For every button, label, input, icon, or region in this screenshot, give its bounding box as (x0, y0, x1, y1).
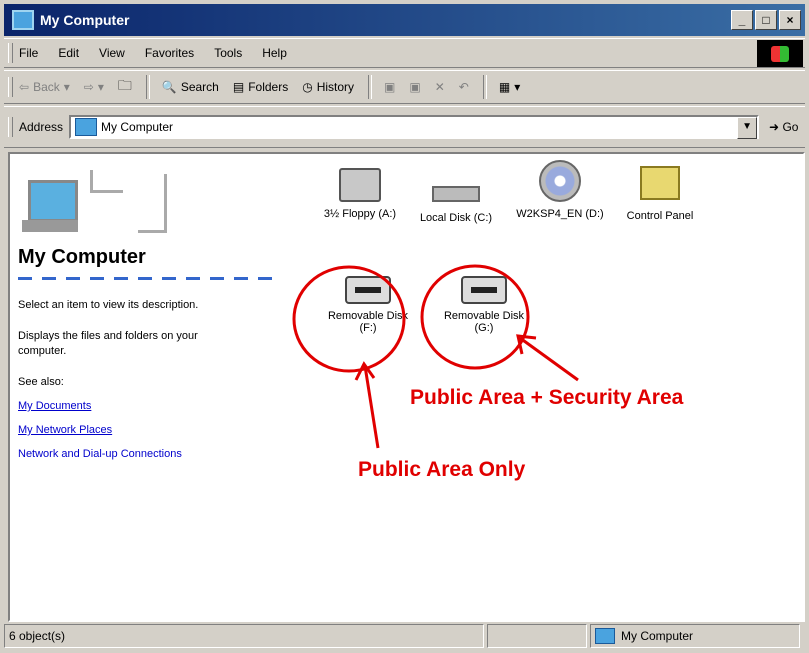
annotation-public-only: Public Area Only (358, 458, 526, 481)
address-value: My Computer (101, 120, 174, 134)
maximize-button[interactable]: □ (755, 10, 777, 30)
item-local-disk[interactable]: Local Disk (C:) (406, 168, 506, 224)
back-label: Back (33, 80, 60, 94)
item-control-panel[interactable]: Control Panel (610, 166, 710, 222)
address-label: Address (19, 120, 64, 134)
item-label: Control Panel (626, 210, 694, 222)
status-object-count: 6 object(s) (4, 624, 484, 648)
web-view-pane: My Computer Select an item to view its d… (18, 162, 288, 472)
move-to-icon: ▣ (384, 80, 396, 94)
menu-edit[interactable]: Edit (58, 46, 79, 60)
pane-title: My Computer (18, 246, 146, 268)
hard-disk-icon (432, 186, 480, 202)
status-zone-label: My Computer (621, 629, 694, 643)
pane-hint: Select an item to view its description. (18, 299, 199, 311)
menu-grip[interactable] (8, 43, 13, 63)
views-icon: ▦ (498, 80, 511, 94)
windows-logo-icon (757, 40, 803, 67)
toolbar: ⇦ Back ▾ ⇨ ▾ 🗀 🔍 Search ▤ Folders ◷ Hist… (4, 70, 805, 104)
copy-to-button[interactable]: ▣ (409, 80, 420, 94)
up-folder-icon: 🗀 (117, 77, 132, 93)
close-button[interactable]: × (779, 10, 801, 30)
title-underline (18, 277, 274, 280)
delete-icon: ✕ (434, 80, 445, 94)
forward-button[interactable]: ⇨ ▾ (84, 80, 104, 94)
address-grip[interactable] (8, 117, 13, 137)
menu-help[interactable]: Help (262, 46, 287, 60)
go-arrow-icon: ➜ (769, 120, 780, 134)
search-label: Search (180, 80, 219, 94)
status-empty (487, 624, 587, 648)
go-button[interactable]: ➜ Go (769, 120, 798, 134)
undo-icon: ↶ (458, 80, 469, 94)
move-to-button[interactable]: ▣ (384, 80, 395, 94)
control-panel-icon (640, 166, 680, 200)
content-area: My Computer Select an item to view its d… (8, 152, 805, 622)
menu-view[interactable]: View (99, 46, 125, 60)
item-floppy[interactable]: 3½ Floppy (A:) (310, 168, 410, 220)
undo-button[interactable]: ↶ (459, 80, 469, 94)
search-button[interactable]: 🔍 Search (162, 80, 219, 94)
up-folder-button[interactable]: 🗀 (118, 75, 132, 99)
menu-favorites[interactable]: Favorites (145, 46, 194, 60)
see-also-label: See also: (18, 376, 64, 388)
my-computer-icon (75, 118, 98, 136)
my-computer-icon (595, 628, 615, 644)
back-button[interactable]: ⇦ Back ▾ (19, 80, 70, 94)
item-removable-f[interactable]: Removable Disk (F:) (318, 276, 418, 334)
link-my-documents[interactable]: My Documents (18, 400, 288, 412)
item-label: Local Disk (C:) (419, 212, 493, 224)
item-label: Removable Disk (G:) (443, 310, 525, 334)
history-label: History (316, 80, 355, 94)
go-label: Go (782, 120, 799, 134)
folders-icon: ▤ (232, 80, 245, 94)
menu-bar: File Edit View Favorites Tools Help (4, 38, 805, 68)
cd-drive-icon (539, 160, 581, 202)
removable-disk-icon (461, 276, 507, 304)
menu-tools[interactable]: Tools (214, 46, 242, 60)
folders-label: Folders (248, 80, 289, 94)
title-bar[interactable]: My Computer _ □ × (4, 4, 805, 36)
back-arrow-icon: ⇦ (19, 80, 30, 94)
floppy-drive-icon (339, 168, 381, 202)
item-label: 3½ Floppy (A:) (323, 208, 397, 220)
link-my-network-places[interactable]: My Network Places (18, 424, 288, 436)
toolbar-separator-3 (482, 75, 487, 99)
item-cd-drive[interactable]: W2KSP4_EN (D:) (510, 160, 610, 220)
minimize-button[interactable]: _ (731, 10, 753, 30)
status-bar: 6 object(s) My Computer (4, 624, 805, 652)
toolbar-grip[interactable] (8, 77, 13, 97)
my-computer-icon (12, 10, 34, 30)
removable-disk-icon (345, 276, 391, 304)
toolbar-separator-2 (368, 75, 373, 99)
forward-arrow-icon: ⇨ (83, 80, 94, 94)
copy-to-icon: ▣ (409, 80, 421, 94)
annotation-security-area: Public Area + Security Area (410, 386, 684, 409)
delete-button[interactable]: ✕ (435, 80, 445, 94)
search-icon: 🔍 (161, 80, 177, 94)
my-computer-large-icon (18, 162, 168, 242)
folders-button[interactable]: ▤ Folders (233, 80, 288, 94)
history-button[interactable]: ◷ History (302, 80, 354, 94)
item-removable-g[interactable]: Removable Disk (G:) (434, 276, 534, 334)
window-title: My Computer (40, 12, 130, 28)
address-dropdown-button[interactable]: ▼ (737, 117, 758, 139)
toolbar-separator (145, 75, 150, 99)
link-network-connections[interactable]: Network and Dial-up Connections (18, 448, 288, 460)
address-input[interactable]: My Computer ▼ (69, 115, 760, 139)
views-button[interactable]: ▦ ▾ (499, 80, 520, 94)
explorer-window: My Computer _ □ × File Edit View Favorit… (0, 0, 809, 653)
history-icon: ◷ (302, 80, 313, 94)
menu-file[interactable]: File (19, 46, 38, 60)
item-label: W2KSP4_EN (D:) (516, 208, 604, 220)
pane-description: Displays the files and folders on your c… (18, 330, 198, 357)
address-bar: Address My Computer ▼ ➜ Go (4, 106, 805, 148)
status-zone: My Computer (590, 624, 800, 648)
item-label: Removable Disk (F:) (327, 310, 409, 334)
